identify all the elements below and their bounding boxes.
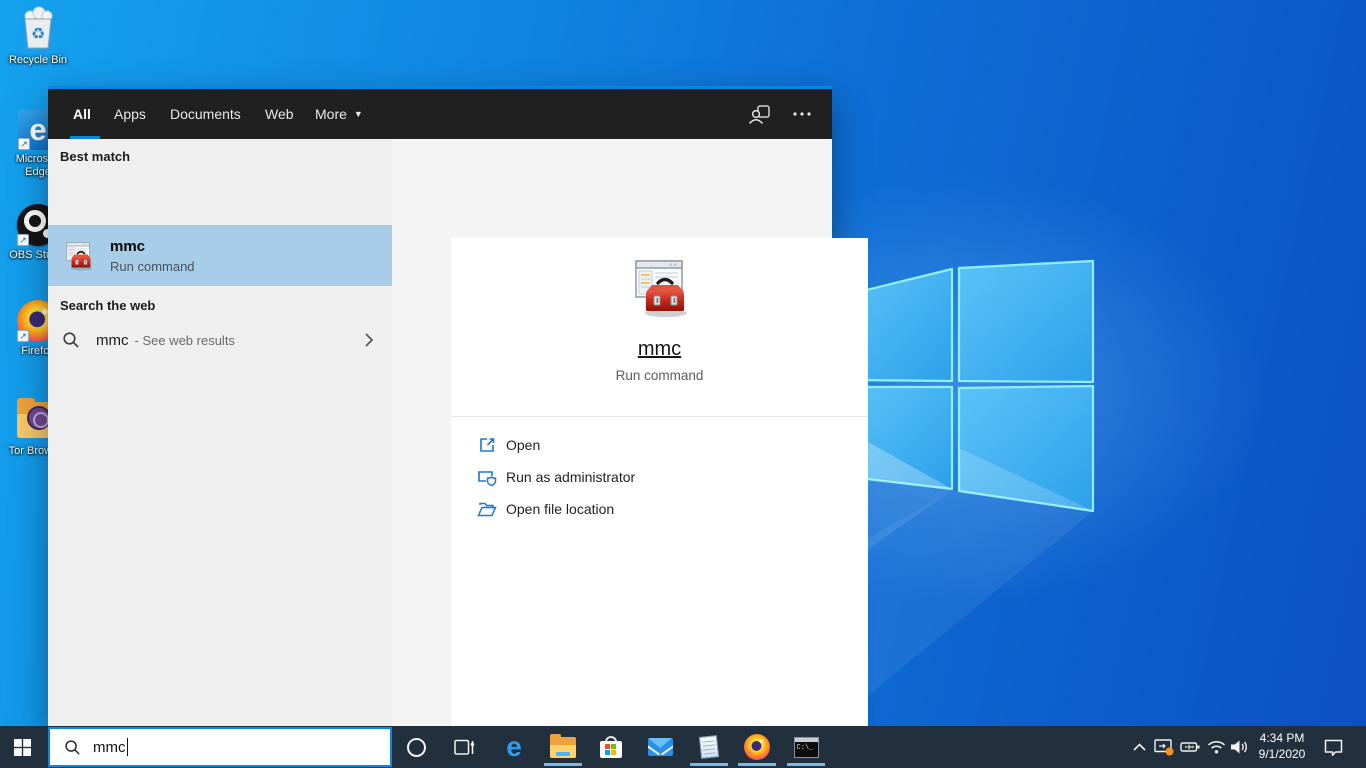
taskbar-file-explorer-button[interactable]: [541, 726, 585, 768]
action-label: Open file location: [506, 501, 615, 517]
search-results-pane: Best match mmc Run command Search the we…: [48, 139, 392, 726]
result-title: mmc: [110, 237, 146, 255]
running-indicator: [544, 763, 582, 766]
tab-web[interactable]: Web: [265, 89, 294, 139]
open-icon: [480, 438, 495, 452]
action-center-icon: [1324, 739, 1342, 756]
best-match-header: Best match: [60, 149, 131, 164]
pane-divider: [392, 139, 403, 726]
web-query: mmc: [96, 331, 129, 349]
action-center-button[interactable]: [1318, 726, 1348, 768]
running-indicator: [738, 763, 776, 766]
search-icon: [63, 332, 79, 348]
mail-icon: [647, 738, 673, 756]
tray-wifi-button[interactable]: [1204, 726, 1228, 768]
edge-icon: e: [506, 731, 522, 762]
tray-display-button[interactable]: [1152, 726, 1176, 768]
chevron-down-icon: ▼: [353, 109, 363, 119]
tab-documents[interactable]: Documents: [170, 89, 241, 139]
mmc-icon: [62, 240, 94, 272]
mmc-icon-large: [627, 256, 691, 320]
running-indicator: [690, 763, 728, 766]
tab-label: More: [315, 106, 347, 122]
microsoft-store-icon: [600, 736, 622, 758]
preview-subtitle: Run command: [615, 368, 704, 383]
command-prompt-icon: C:\_: [793, 736, 819, 758]
divider: [451, 416, 868, 417]
search-tab-bar: All Apps Documents Web More ▼: [48, 89, 832, 139]
tab-label: All: [73, 106, 91, 122]
action-open-file-location[interactable]: Open file location: [451, 494, 868, 524]
tab-label: Web: [265, 106, 294, 122]
taskbar-notepad-button[interactable]: [687, 726, 731, 768]
label-line-2: Edge: [25, 166, 51, 178]
search-web-header: Search the web: [60, 298, 156, 313]
desktop-icon-recycle-bin[interactable]: ♻ Recycle Bin: [0, 5, 76, 67]
search-flyout: All Apps Documents Web More ▼ Best match…: [48, 86, 868, 768]
taskbar-mail-button[interactable]: [638, 726, 682, 768]
action-open[interactable]: Open: [451, 430, 868, 460]
web-search-result[interactable]: mmc - See web results: [48, 321, 392, 359]
firefox-icon: [744, 734, 770, 760]
action-run-as-administrator[interactable]: Run as administrator: [451, 462, 868, 492]
more-options-button[interactable]: [793, 89, 811, 139]
windows-start-icon: [13, 738, 31, 756]
web-query-suffix: - See web results: [134, 332, 235, 348]
start-button[interactable]: [0, 726, 44, 768]
preview-title-link[interactable]: mmc: [451, 338, 868, 361]
taskbar-firefox-button[interactable]: [735, 726, 779, 768]
chevron-right-icon: [365, 333, 374, 347]
task-view-icon: [453, 739, 474, 755]
running-indicator: [787, 763, 825, 766]
action-label: Open: [506, 437, 541, 453]
wifi-icon: [1207, 741, 1225, 754]
shortcut-arrow-icon: ↗: [17, 330, 29, 342]
battery-charging-icon: [1179, 742, 1199, 752]
recycle-bin-icon: ♻: [16, 5, 60, 51]
shortcut-arrow-icon: ↗: [17, 234, 29, 246]
taskbar-search-input[interactable]: mmc: [48, 727, 392, 767]
tab-all[interactable]: All: [70, 89, 100, 139]
desktop: ♻ Recycle Bin e ↗ Microsoft Edge ↗ OBS S…: [0, 0, 1366, 768]
taskbar: mmc e C:\_ 4:34 PM 9/1/2020: [0, 726, 1366, 768]
user-icon: [748, 104, 770, 124]
search-input-value: mmc: [93, 738, 126, 756]
cortana-button[interactable]: [394, 726, 438, 768]
file-explorer-icon: [550, 733, 576, 758]
tab-apps[interactable]: Apps: [114, 89, 146, 139]
text-caret: [126, 738, 128, 756]
tab-more[interactable]: More ▼: [315, 89, 363, 139]
clock-date: 9/1/2020: [1258, 747, 1306, 761]
taskbar-store-button[interactable]: [589, 726, 633, 768]
taskbar-command-prompt-button[interactable]: C:\_: [784, 726, 828, 768]
tray-overflow-button[interactable]: [1128, 726, 1150, 768]
best-match-result[interactable]: mmc Run command: [48, 225, 392, 286]
display-notification-icon: [1153, 738, 1173, 755]
preview-card: mmc Run command Open Run as administrato…: [451, 238, 868, 768]
notepad-icon: [698, 735, 720, 759]
admin-shield-icon: [478, 471, 497, 487]
taskbar-clock[interactable]: 4:34 PM 9/1/2020: [1252, 730, 1312, 764]
ellipsis-icon: [793, 112, 811, 116]
task-view-button[interactable]: [442, 726, 486, 768]
sign-in-options-button[interactable]: [748, 89, 770, 139]
clock-time: 4:34 PM: [1259, 731, 1305, 745]
tray-volume-button[interactable]: [1228, 726, 1252, 768]
chevron-up-icon: [1132, 743, 1146, 751]
taskbar-edge-button[interactable]: e: [492, 726, 536, 768]
search-icon: [65, 739, 80, 755]
cmd-title-text: C:\_: [796, 743, 814, 752]
tab-label: Documents: [170, 106, 241, 122]
desktop-icon-label: Recycle Bin: [8, 54, 68, 66]
result-subtitle: Run command: [110, 258, 195, 274]
action-label: Run as administrator: [506, 469, 636, 485]
shortcut-arrow-icon: ↗: [18, 138, 30, 150]
recycle-glyph: ♻: [31, 26, 45, 43]
folder-location-icon: [477, 502, 497, 517]
tray-battery-button[interactable]: [1178, 726, 1202, 768]
cortana-icon: [406, 737, 426, 757]
volume-icon: [1231, 740, 1247, 754]
tab-label: Apps: [114, 106, 146, 122]
